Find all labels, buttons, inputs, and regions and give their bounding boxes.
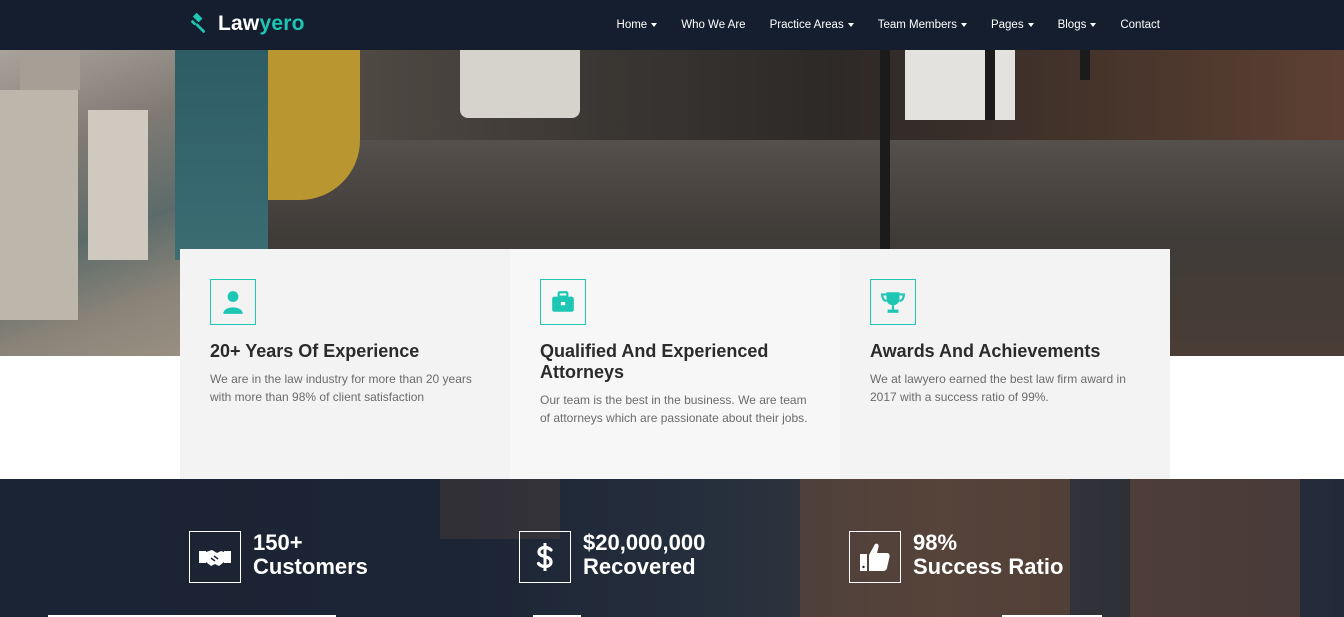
feature-text: We are in the law industry for more than… [210,372,472,404]
hero-building [88,110,148,260]
nav-item-contact[interactable]: Contact [1120,19,1160,31]
nav-item-label: Blogs [1057,19,1087,31]
nav-item-label: Contact [1120,19,1160,31]
bookshelf-background [440,479,560,539]
brand-name-part1: Law [218,12,260,35]
stat-text: 98% Success Ratio [913,531,1063,579]
nav-item-pages[interactable]: Pages [991,19,1034,31]
feature-text: We at lawyero earned the best law firm a… [870,372,1126,404]
stat-recovered: $20,000,000 Recovered [519,531,705,583]
stat-label: Customers [253,554,368,579]
main-nav: Home Who We Are Practice Areas Team Memb… [617,0,1160,50]
bookshelf-background [1130,479,1300,617]
nav-item-label: Who We Are [681,19,746,31]
hero-sofa [460,50,580,118]
feature-card: Qualified And Experienced Attorneys Our … [510,249,840,479]
stat-number: 150+ [253,530,303,555]
chevron-down-icon [1027,23,1034,27]
nav-item-practice-areas[interactable]: Practice Areas [770,19,854,31]
stat-icon-box [849,531,901,583]
gavel-icon [190,13,206,33]
brand-name-part2: yero [259,12,305,35]
nav-item-label: Practice Areas [769,19,844,31]
nav-item-who-we-are[interactable]: Who We Are [681,19,745,31]
nav-item-label: Home [616,19,648,31]
feature-title: Awards And Achievements [870,341,1101,361]
chevron-down-icon [1090,23,1097,27]
dollar-icon [536,543,553,571]
feature-icon-box [540,279,586,325]
stat-text: $20,000,000 Recovered [583,531,705,579]
features-section: 20+ Years Of Experience We are in the la… [180,249,1170,479]
feature-title: Qualified And Experienced Attorneys [540,341,769,382]
stat-label: Recovered [583,554,696,579]
brand-logo[interactable]: Lawyero [188,10,305,38]
user-icon [223,291,243,314]
feature-card: 20+ Years Of Experience We are in the la… [180,249,510,479]
stat-success-ratio: 98% Success Ratio [849,531,1063,583]
nav-item-label: Pages [990,19,1024,31]
feature-icon-box [870,279,916,325]
stat-icon-box [189,531,241,583]
chevron-down-icon [651,23,658,27]
stat-text: 150+ Customers [253,531,368,579]
stat-label: Success Ratio [913,554,1064,579]
nav-item-team-members[interactable]: Team Members [878,19,967,31]
chevron-down-icon [960,23,967,27]
stat-icon-box [519,531,571,583]
hero-glass-frame [1080,50,1090,80]
handshake-icon [199,550,231,566]
hero-building [0,90,78,320]
hero-building [20,50,80,90]
feature-text: Our team is the best in the business. We… [540,393,808,425]
nav-item-label: Team Members [877,19,957,31]
chevron-down-icon [847,23,854,27]
nav-item-blogs[interactable]: Blogs [1058,19,1097,31]
stats-section: 150+ Customers $20,000,000 Recovered 98%… [0,479,1344,617]
feature-title: 20+ Years Of Experience [210,341,420,361]
stat-number: 98% [913,530,958,555]
hero-chair [268,50,360,200]
hero-water [175,50,268,260]
thumbs-up-icon [860,543,890,571]
hero-glass-frame [985,50,995,120]
feature-icon-box [210,279,256,325]
feature-card: Awards And Achievements We at lawyero ea… [840,249,1170,479]
brand-name: Lawyero [218,12,305,36]
hero-curtain [905,50,1015,120]
trophy-icon [881,292,905,313]
stat-number: $20,000,000 [583,530,706,555]
nav-item-home[interactable]: Home [617,19,658,31]
hero-glass-frame [880,50,890,250]
stat-customers: 150+ Customers [189,531,368,583]
top-navbar: Lawyero Home Who We Are Practice Areas T… [0,0,1344,50]
briefcase-icon [552,291,574,312]
